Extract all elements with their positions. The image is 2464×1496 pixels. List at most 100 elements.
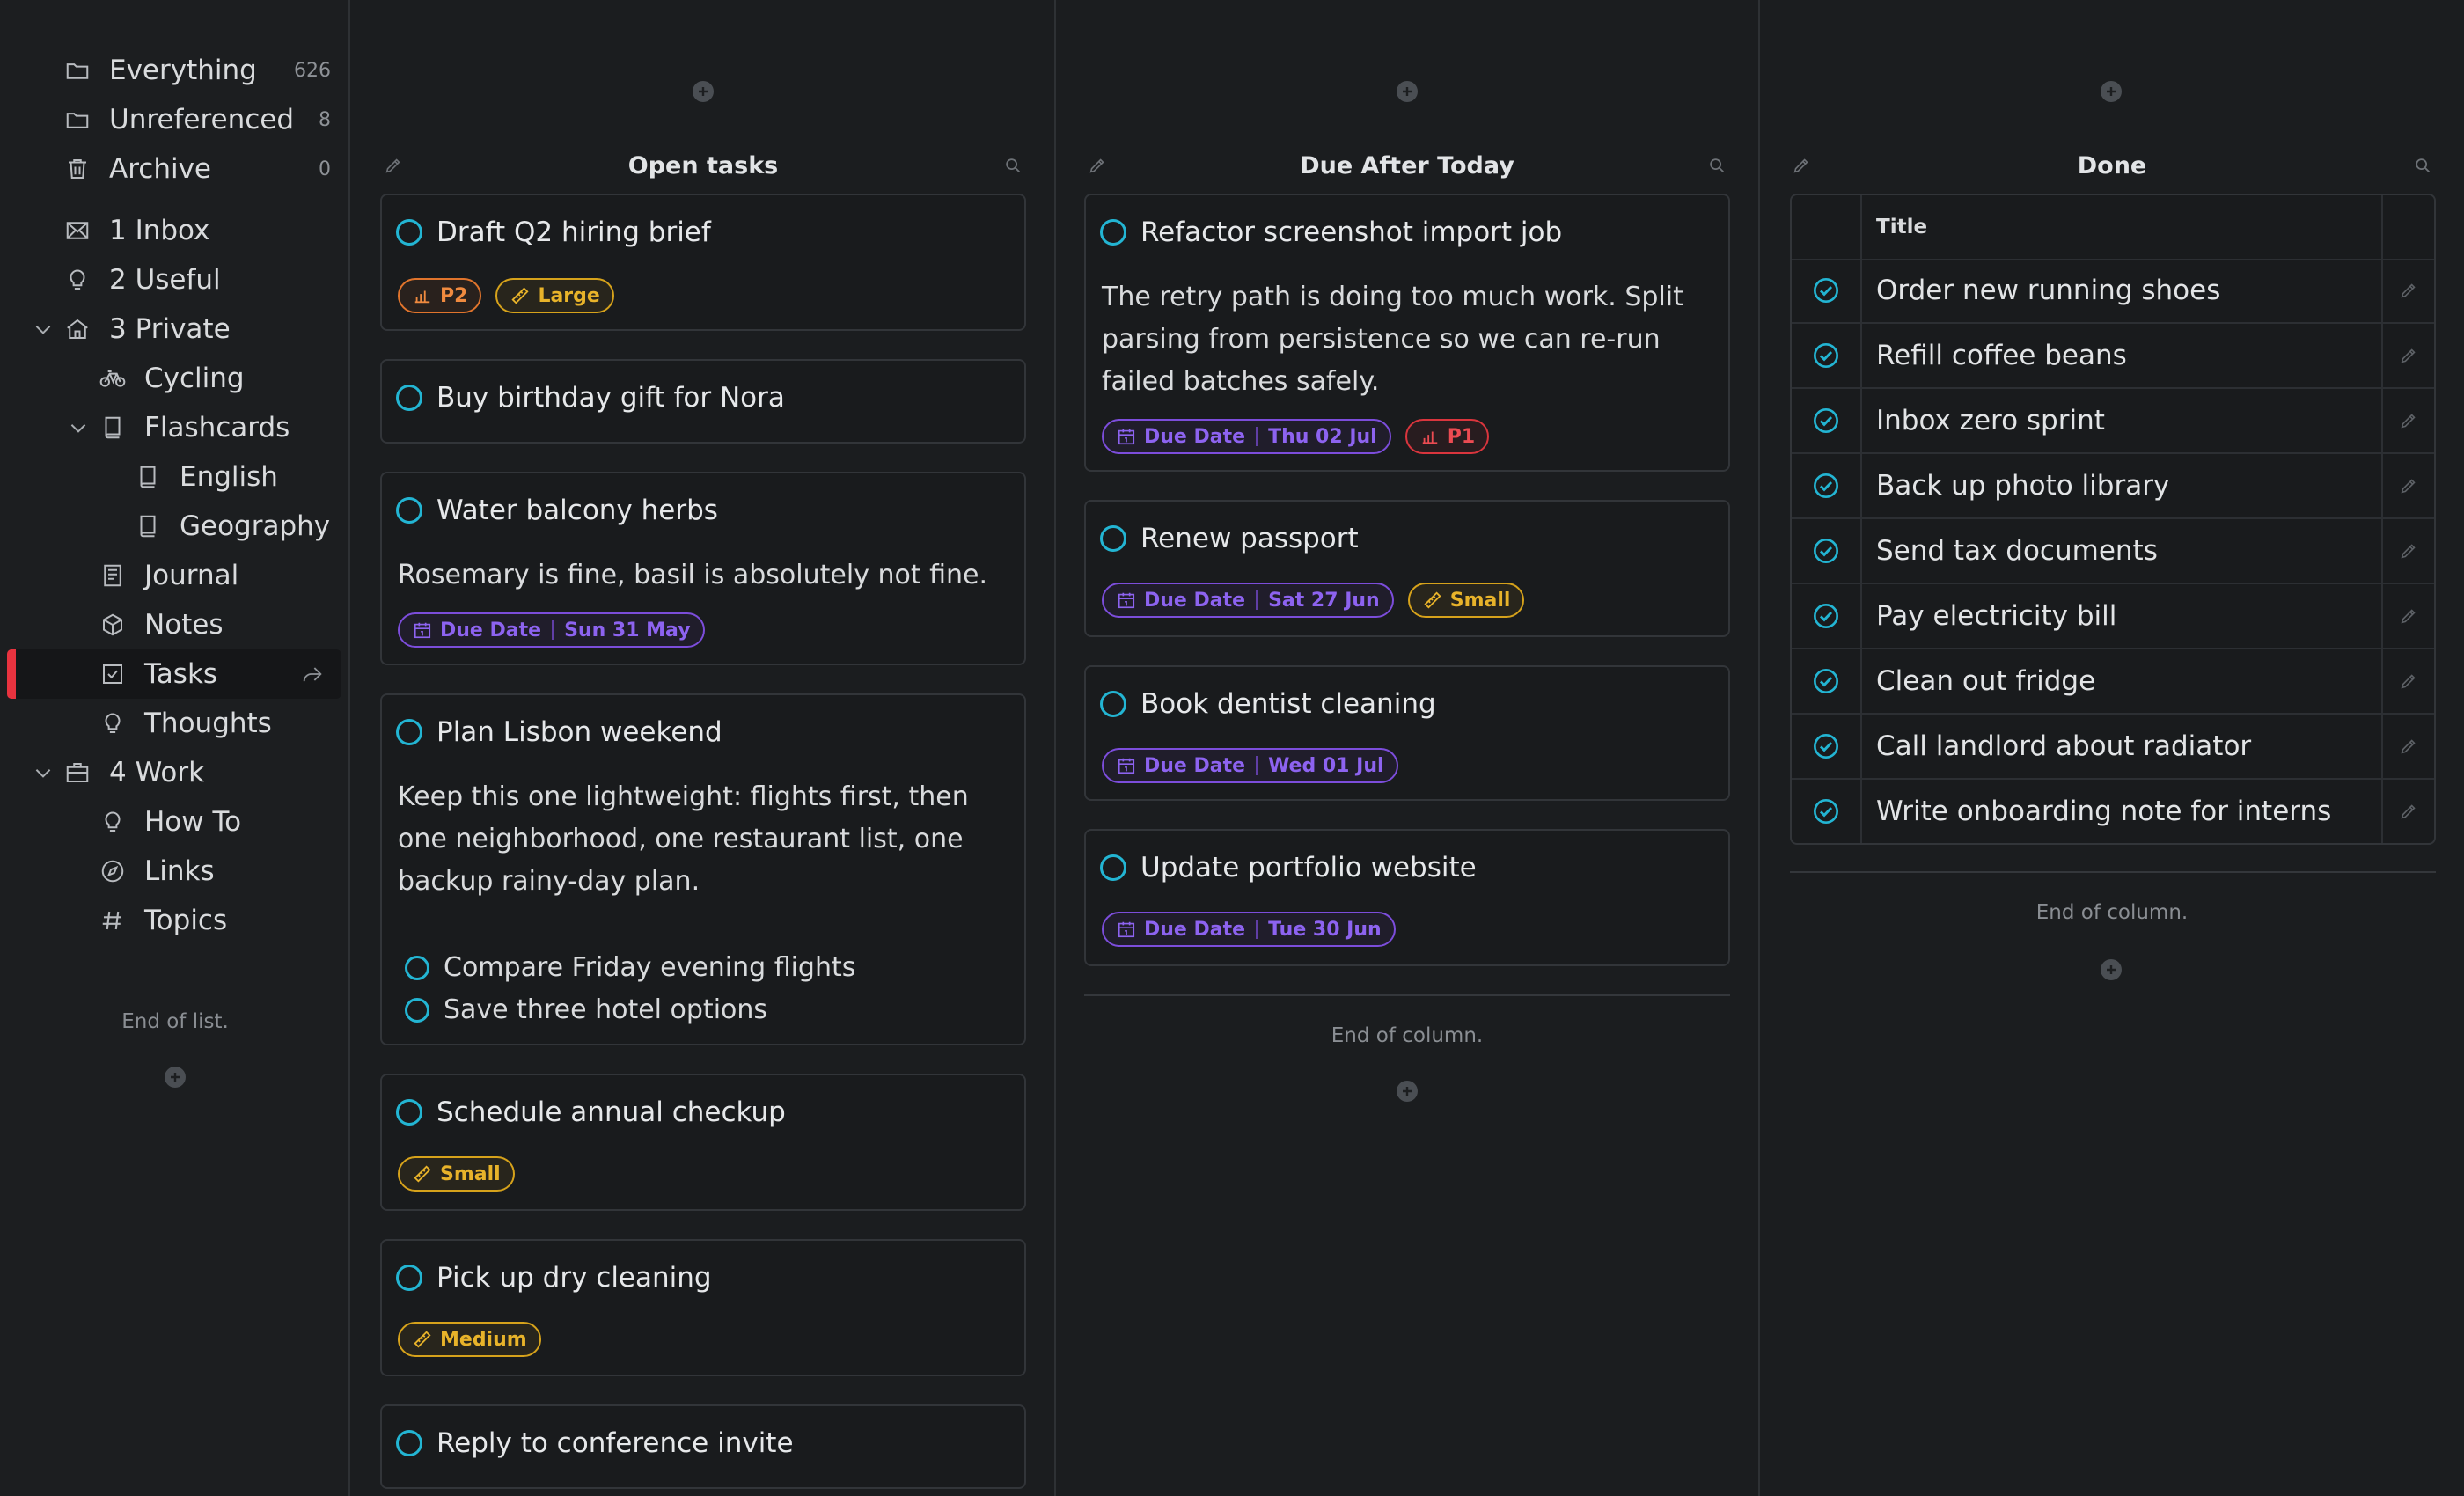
sidebar-item-tasks[interactable]: Tasks: [7, 649, 341, 699]
chevron-down-icon[interactable]: [32, 761, 55, 784]
sidebar-item-howto[interactable]: How To: [0, 797, 350, 847]
due-date-tag[interactable]: Due Date Wed 01 Jul: [1102, 748, 1398, 783]
pencil-icon[interactable]: [2399, 476, 2418, 495]
priority-tag[interactable]: P2: [398, 278, 482, 313]
subtask-item[interactable]: Compare Friday evening flights: [405, 952, 855, 983]
task-card[interactable]: Update portfolio website Due Date Tue 30…: [1084, 829, 1730, 966]
table-row[interactable]: Inbox zero sprint: [1792, 389, 2434, 454]
table-row[interactable]: Pay electricity bill: [1792, 584, 2434, 649]
sidebar-item-work[interactable]: 4 Work: [0, 748, 350, 797]
task-checkbox[interactable]: [1100, 525, 1126, 552]
column-header-title[interactable]: Title: [1862, 195, 2364, 259]
pencil-icon[interactable]: [2399, 737, 2418, 756]
add-card-button[interactable]: [1397, 81, 1418, 102]
sidebar-item-geography[interactable]: Geography: [0, 502, 350, 551]
pencil-icon[interactable]: [1792, 156, 1811, 175]
add-item-button[interactable]: [165, 1067, 186, 1088]
sidebar-item-archive[interactable]: Archive 0: [0, 144, 350, 194]
size-tag[interactable]: Small: [1407, 583, 1525, 618]
sidebar-item-useful[interactable]: 2 Useful: [0, 255, 350, 304]
check-circle-icon[interactable]: [1812, 602, 1840, 630]
check-circle-icon[interactable]: [1812, 407, 1840, 435]
check-circle-icon[interactable]: [1812, 276, 1840, 304]
pencil-icon[interactable]: [2399, 346, 2418, 365]
check-circle-icon[interactable]: [1812, 667, 1840, 695]
pencil-icon[interactable]: [2399, 671, 2418, 691]
check-circle-icon[interactable]: [1812, 537, 1840, 565]
table-row[interactable]: Write onboarding note for interns: [1792, 780, 2434, 843]
sidebar-item-inbox[interactable]: 1 Inbox: [0, 206, 350, 255]
due-date-tag[interactable]: Due Date Thu 02 Jul: [1102, 419, 1391, 454]
task-card[interactable]: Schedule annual checkup Small: [380, 1074, 1026, 1211]
task-checkbox[interactable]: [1100, 854, 1126, 881]
sidebar-item-links[interactable]: Links: [0, 847, 350, 896]
sidebar-item-private[interactable]: 3 Private: [0, 304, 350, 354]
add-card-button[interactable]: [693, 81, 714, 102]
share-icon[interactable]: [299, 661, 326, 687]
sidebar-item-everything[interactable]: Everything 626: [0, 46, 350, 95]
task-checkbox[interactable]: [396, 719, 422, 745]
task-card[interactable]: Book dentist cleaning Due Date Wed 01 Ju…: [1084, 665, 1730, 801]
sidebar-item-unreferenced[interactable]: Unreferenced 8: [0, 95, 350, 144]
task-checkbox[interactable]: [396, 219, 422, 246]
sidebar-item-journal[interactable]: Journal: [0, 551, 350, 600]
pencil-icon[interactable]: [384, 156, 403, 175]
pencil-icon[interactable]: [2399, 541, 2418, 561]
task-card[interactable]: Plan Lisbon weekend Keep this one lightw…: [380, 693, 1026, 1045]
check-circle-icon[interactable]: [1812, 341, 1840, 370]
task-card[interactable]: Buy birthday gift for Nora: [380, 359, 1026, 444]
pencil-icon[interactable]: [1088, 156, 1107, 175]
subtask-item[interactable]: Save three hotel options: [405, 994, 767, 1025]
subtask-checkbox[interactable]: [405, 955, 429, 980]
sidebar-item-notes[interactable]: Notes: [0, 600, 350, 649]
task-card[interactable]: Refactor screenshot import job The retry…: [1084, 194, 1730, 472]
task-card[interactable]: Water balcony herbs Rosemary is fine, ba…: [380, 472, 1026, 665]
size-tag[interactable]: Large: [495, 278, 614, 313]
pencil-icon[interactable]: [2399, 281, 2418, 300]
sidebar-item-english[interactable]: English: [0, 452, 350, 502]
add-card-button[interactable]: [1397, 1081, 1418, 1102]
task-checkbox[interactable]: [396, 1430, 422, 1456]
task-checkbox[interactable]: [1100, 219, 1126, 246]
table-row[interactable]: Order new running shoes: [1792, 259, 2434, 324]
check-circle-icon[interactable]: [1812, 797, 1840, 825]
task-checkbox[interactable]: [396, 1265, 422, 1291]
sidebar-item-cycling[interactable]: Cycling: [0, 354, 350, 403]
subtask-checkbox[interactable]: [405, 997, 429, 1023]
chevron-down-icon[interactable]: [32, 318, 55, 341]
pencil-icon[interactable]: [2399, 606, 2418, 626]
search-icon[interactable]: [1003, 156, 1023, 175]
due-date-tag[interactable]: Due Date Tue 30 Jun: [1102, 912, 1396, 947]
task-card[interactable]: Draft Q2 hiring brief P2 Large: [380, 194, 1026, 331]
task-card[interactable]: Reply to conference invite: [380, 1404, 1026, 1489]
plus-icon: [2107, 87, 2116, 96]
add-card-button[interactable]: [2101, 81, 2122, 102]
table-row[interactable]: Refill coffee beans: [1792, 324, 2434, 389]
chevron-down-icon[interactable]: [67, 416, 90, 439]
priority-tag[interactable]: P1: [1404, 419, 1490, 454]
table-row[interactable]: Call landlord about radiator: [1792, 715, 2434, 780]
task-checkbox[interactable]: [1100, 691, 1126, 717]
sidebar-item-flashcards[interactable]: Flashcards: [0, 403, 350, 452]
task-card[interactable]: Pick up dry cleaning Medium: [380, 1239, 1026, 1376]
pencil-icon[interactable]: [2399, 411, 2418, 430]
check-circle-icon[interactable]: [1812, 472, 1840, 500]
due-date-tag[interactable]: Due Date Sat 27 Jun: [1102, 583, 1394, 618]
check-circle-icon[interactable]: [1812, 732, 1840, 760]
task-checkbox[interactable]: [396, 1099, 422, 1126]
size-tag[interactable]: Small: [398, 1156, 515, 1192]
table-row[interactable]: Back up photo library: [1792, 454, 2434, 519]
due-date-tag[interactable]: Due Date Sun 31 May: [398, 612, 705, 648]
search-icon[interactable]: [2413, 156, 2432, 175]
size-tag[interactable]: Medium: [398, 1322, 541, 1357]
table-row[interactable]: Send tax documents: [1792, 519, 2434, 584]
sidebar-item-thoughts[interactable]: Thoughts: [0, 699, 350, 748]
task-card[interactable]: Renew passport Due Date Sat 27 Jun Small: [1084, 500, 1730, 637]
pencil-icon[interactable]: [2399, 802, 2418, 821]
task-checkbox[interactable]: [396, 497, 422, 524]
add-card-button[interactable]: [2101, 959, 2122, 980]
sidebar-item-topics[interactable]: Topics: [0, 896, 350, 945]
table-row[interactable]: Clean out fridge: [1792, 649, 2434, 715]
search-icon[interactable]: [1707, 156, 1727, 175]
task-checkbox[interactable]: [396, 385, 422, 411]
